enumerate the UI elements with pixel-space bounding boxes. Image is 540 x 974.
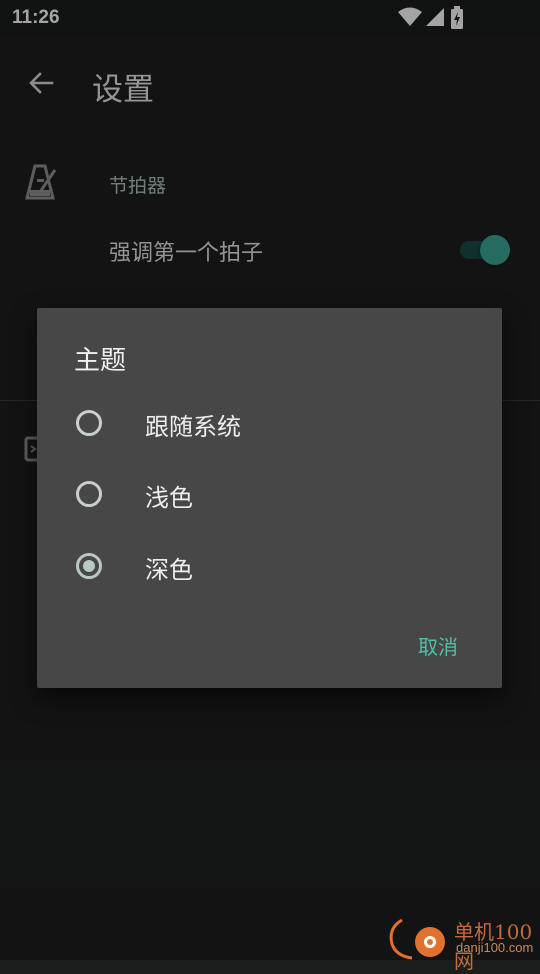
radio-button-checked[interactable] (76, 553, 102, 579)
option-label: 深色 (145, 556, 193, 584)
theme-option-dark[interactable]: 深色 (37, 537, 502, 601)
theme-option-light[interactable]: 浅色 (37, 465, 502, 529)
theme-option-system[interactable]: 跟随系统 (37, 394, 502, 458)
watermark: 单机100网 danji100.com (388, 912, 538, 973)
watermark-logo (389, 918, 445, 960)
radio-button-unchecked[interactable] (76, 481, 102, 507)
watermark-url: danji100.com (456, 940, 534, 955)
cancel-button[interactable]: 取消 (403, 630, 473, 670)
radio-button-unchecked[interactable] (76, 410, 102, 436)
dialog-title: 主题 (74, 346, 127, 376)
option-label: 跟随系统 (145, 413, 241, 441)
theme-dialog: 主题 跟随系统 浅色 深色 取消 (37, 308, 502, 688)
option-label: 浅色 (145, 484, 193, 512)
